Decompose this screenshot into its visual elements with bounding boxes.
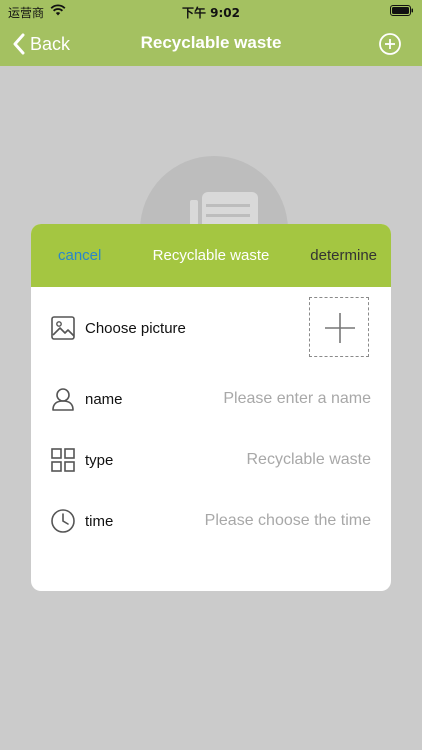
- dialog-header: cancel Recyclable waste determine: [31, 224, 391, 287]
- time-picker[interactable]: Please choose the time: [205, 512, 371, 530]
- add-picture-button[interactable]: [309, 297, 369, 357]
- type-label: type: [85, 452, 114, 469]
- document-line: [206, 204, 250, 207]
- grid-icon: [51, 448, 75, 472]
- time-label: time: [85, 513, 114, 530]
- nav-bar: Back Recyclable waste: [0, 22, 422, 66]
- page-title: Recyclable waste: [140, 33, 282, 52]
- type-row: type Recyclable waste: [31, 441, 391, 481]
- determine-button[interactable]: determine: [310, 247, 377, 264]
- name-label: name: [85, 391, 123, 408]
- name-input[interactable]: Please enter a name: [223, 390, 371, 408]
- battery-icon: [390, 5, 413, 16]
- add-item-dialog: cancel Recyclable waste determine Choose…: [31, 224, 391, 591]
- user-icon: [52, 388, 74, 411]
- plus-icon: [325, 313, 355, 343]
- name-row: name Please enter a name: [31, 380, 391, 420]
- type-select[interactable]: Recyclable waste: [247, 451, 372, 469]
- plus-circle-icon[interactable]: [378, 32, 402, 56]
- clock-icon: [51, 509, 75, 533]
- image-icon: [51, 316, 75, 340]
- time-row: time Please choose the time: [31, 502, 391, 542]
- status-time: 下午 9:02: [181, 6, 241, 20]
- status-bar: 运营商 下午 9:02: [0, 0, 422, 22]
- document-line: [206, 214, 250, 217]
- app-header: 运营商 下午 9:02 Back Recyclable waste: [0, 0, 422, 66]
- choose-picture-label: Choose picture: [85, 320, 186, 337]
